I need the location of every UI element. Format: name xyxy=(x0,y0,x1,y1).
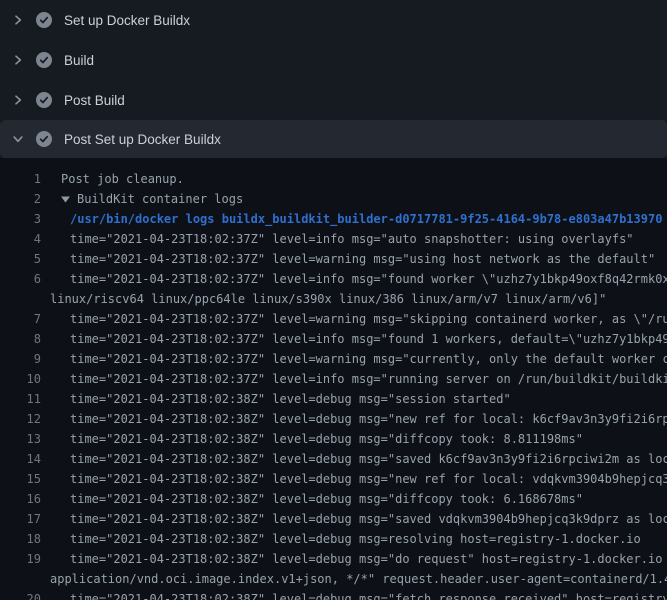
log-line: 13 time="2021-04-23T18:02:38Z" level=deb… xyxy=(0,429,667,449)
step-row-2[interactable]: Post Build xyxy=(0,80,667,120)
line-number[interactable]: 1 xyxy=(0,169,41,189)
line-number[interactable]: 19 xyxy=(0,549,41,569)
chevron-right-icon[interactable] xyxy=(12,54,24,66)
line-number[interactable]: 18 xyxy=(0,529,41,549)
log-line-text: /usr/bin/docker logs buildx_buildkit_bui… xyxy=(70,209,662,229)
log-line-text: time="2021-04-23T18:02:38Z" level=debug … xyxy=(70,529,641,549)
line-number[interactable]: 11 xyxy=(0,389,41,409)
log-line: 18 time="2021-04-23T18:02:38Z" level=deb… xyxy=(0,529,667,549)
log-line-text: linux/riscv64 linux/ppc64le linux/s390x … xyxy=(50,289,606,309)
log-line: 16 time="2021-04-23T18:02:38Z" level=deb… xyxy=(0,489,667,509)
line-number[interactable]: 3 xyxy=(0,209,41,229)
check-circle-icon xyxy=(36,52,52,68)
log-line: 19 time="2021-04-23T18:02:38Z" level=deb… xyxy=(0,549,667,569)
line-number[interactable]: 12 xyxy=(0,409,41,429)
chevron-right-icon[interactable] xyxy=(12,14,24,26)
log-area: 1 Post job cleanup. 2 BuildKit container… xyxy=(0,158,667,600)
line-number[interactable]: 4 xyxy=(0,229,41,249)
log-line-text: time="2021-04-23T18:02:37Z" level=warnin… xyxy=(70,249,655,269)
line-number[interactable]: 2 xyxy=(0,189,41,209)
log-line-text: time="2021-04-23T18:02:38Z" level=debug … xyxy=(70,489,583,509)
log-line: linux/riscv64 linux/ppc64le linux/s390x … xyxy=(0,289,667,309)
line-number[interactable]: 5 xyxy=(0,249,41,269)
check-circle-icon xyxy=(36,92,52,108)
log-line-text: time="2021-04-23T18:02:38Z" level=debug … xyxy=(70,589,667,600)
step-row-3[interactable]: Post Set up Docker Buildx xyxy=(0,120,667,158)
log-line-text: time="2021-04-23T18:02:38Z" level=debug … xyxy=(70,509,667,529)
log-line-text: time="2021-04-23T18:02:38Z" level=debug … xyxy=(70,449,667,469)
log-line: 14 time="2021-04-23T18:02:38Z" level=deb… xyxy=(0,449,667,469)
step-row-1[interactable]: Build xyxy=(0,40,667,80)
step-row-0[interactable]: Set up Docker Buildx xyxy=(0,0,667,40)
log-line: 9 time="2021-04-23T18:02:37Z" level=warn… xyxy=(0,349,667,369)
log-line: 3 /usr/bin/docker logs buildx_buildkit_b… xyxy=(0,209,667,229)
step-label: Post Build xyxy=(64,93,125,108)
log-line-text: time="2021-04-23T18:02:37Z" level=info m… xyxy=(70,329,667,349)
log-line: 8 time="2021-04-23T18:02:37Z" level=info… xyxy=(0,329,667,349)
log-line-text: time="2021-04-23T18:02:37Z" level=info m… xyxy=(70,369,667,389)
log-line-text: time="2021-04-23T18:02:38Z" level=debug … xyxy=(70,409,667,429)
log-line: 2 BuildKit container logs xyxy=(0,189,667,209)
log-line-text: time="2021-04-23T18:02:37Z" level=info m… xyxy=(70,229,634,249)
line-number[interactable]: 16 xyxy=(0,489,41,509)
log-line-text: time="2021-04-23T18:02:38Z" level=debug … xyxy=(70,429,583,449)
line-number[interactable] xyxy=(0,569,41,589)
line-number[interactable]: 10 xyxy=(0,369,41,389)
log-line-text: time="2021-04-23T18:02:37Z" level=info m… xyxy=(70,269,667,289)
actions-log-viewer: Set up Docker Buildx Build Post Build Po… xyxy=(0,0,667,600)
chevron-down-icon[interactable] xyxy=(12,133,24,145)
log-line-text: time="2021-04-23T18:02:37Z" level=warnin… xyxy=(70,349,667,369)
log-line: 4 time="2021-04-23T18:02:37Z" level=info… xyxy=(0,229,667,249)
line-number[interactable]: 8 xyxy=(0,329,41,349)
line-number[interactable] xyxy=(0,289,41,309)
log-line-text: time="2021-04-23T18:02:38Z" level=debug … xyxy=(70,389,511,409)
line-number[interactable]: 14 xyxy=(0,449,41,469)
line-number[interactable]: 7 xyxy=(0,309,41,329)
line-number[interactable]: 13 xyxy=(0,429,41,449)
log-line: 11 time="2021-04-23T18:02:38Z" level=deb… xyxy=(0,389,667,409)
log-line: 12 time="2021-04-23T18:02:38Z" level=deb… xyxy=(0,409,667,429)
log-line: 1 Post job cleanup. xyxy=(0,169,667,189)
line-number[interactable]: 9 xyxy=(0,349,41,369)
step-label: Post Set up Docker Buildx xyxy=(64,132,221,147)
log-line: 20 time="2021-04-23T18:02:38Z" level=deb… xyxy=(0,589,667,600)
log-line-text: time="2021-04-23T18:02:38Z" level=debug … xyxy=(70,469,667,489)
log-line: 17 time="2021-04-23T18:02:38Z" level=deb… xyxy=(0,509,667,529)
log-line: 5 time="2021-04-23T18:02:37Z" level=warn… xyxy=(0,249,667,269)
log-line: 7 time="2021-04-23T18:02:37Z" level=warn… xyxy=(0,309,667,329)
line-number[interactable]: 17 xyxy=(0,509,41,529)
log-line-text: BuildKit container logs xyxy=(77,189,243,209)
log-line: 10 time="2021-04-23T18:02:37Z" level=inf… xyxy=(0,369,667,389)
collapse-triangle-icon[interactable] xyxy=(61,196,70,203)
check-circle-icon xyxy=(36,12,52,28)
check-circle-icon xyxy=(36,131,52,147)
chevron-right-icon[interactable] xyxy=(12,94,24,106)
log-line-text: time="2021-04-23T18:02:38Z" level=debug … xyxy=(70,549,667,569)
line-number[interactable]: 15 xyxy=(0,469,41,489)
log-line: 15 time="2021-04-23T18:02:38Z" level=deb… xyxy=(0,469,667,489)
log-line: application/vnd.oci.image.index.v1+json,… xyxy=(0,569,667,589)
step-label: Set up Docker Buildx xyxy=(64,13,190,28)
log-line: 6 time="2021-04-23T18:02:37Z" level=info… xyxy=(0,269,667,289)
log-line-text: application/vnd.oci.image.index.v1+json,… xyxy=(50,569,667,589)
line-number[interactable]: 6 xyxy=(0,269,41,289)
line-number[interactable]: 20 xyxy=(0,589,41,600)
log-line-text: time="2021-04-23T18:02:37Z" level=warnin… xyxy=(70,309,667,329)
steps-list: Set up Docker Buildx Build Post Build Po… xyxy=(0,0,667,158)
step-label: Build xyxy=(64,53,94,68)
log-line-text: Post job cleanup. xyxy=(61,169,184,189)
